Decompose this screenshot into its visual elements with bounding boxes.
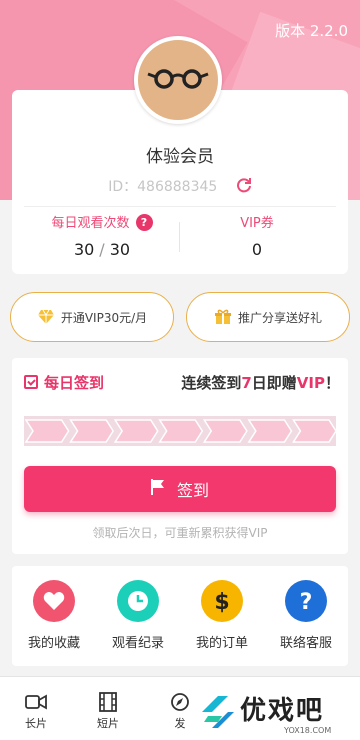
clock-icon (117, 580, 159, 622)
svg-text:$: $ (214, 590, 229, 613)
member-name: 体验会员 (146, 147, 214, 167)
watermark-text: 优戏吧 (240, 696, 325, 726)
gift-icon (214, 309, 232, 325)
video-camera-icon (0, 691, 72, 713)
flag-icon (150, 479, 165, 499)
heart-icon (33, 580, 75, 622)
tab-short-videos[interactable]: 短片 (72, 691, 144, 731)
help-icon[interactable]: ? (135, 214, 153, 231)
promote-label: 推广分享送好礼 (237, 310, 322, 325)
daily-views-stat: 每日观看次数? 30/30 (27, 214, 177, 259)
user-id: ID：486888345 (108, 179, 218, 195)
version-label: 版本 2.2.0 (275, 22, 348, 40)
divider (179, 222, 180, 252)
svg-text:?: ? (300, 590, 313, 613)
film-icon (72, 691, 144, 713)
refresh-icon[interactable] (236, 177, 252, 198)
checkin-day-segment (247, 419, 293, 443)
watermark-url: YOX18.COM (284, 726, 332, 735)
daily-views-value: 30/30 (73, 240, 131, 259)
checkin-title: 每日签到 (24, 372, 104, 393)
promote-share-button[interactable]: 推广分享送好礼 (186, 292, 350, 342)
shortcut-support[interactable]: ? 联络客服 (264, 580, 348, 651)
site-watermark: 优戏吧 YOX18.COM (196, 686, 360, 740)
watermark-logo-icon (202, 696, 234, 728)
avatar[interactable] (134, 36, 222, 124)
divider (24, 206, 336, 207)
shortcut-orders[interactable]: $ 我的订单 (180, 580, 264, 651)
checkin-day-segment (69, 419, 115, 443)
checkin-day-segment (292, 419, 336, 443)
shortcut-grid: 我的收藏 观看纪录 $ 我的订单 ? 联络客服 (12, 566, 348, 666)
calendar-check-icon (24, 375, 38, 389)
checkin-day-segment (113, 419, 159, 443)
checkin-button[interactable]: 签到 (24, 466, 336, 512)
checkin-day-segment (202, 419, 248, 443)
dollar-icon: $ (201, 580, 243, 622)
checkin-card: 每日签到 连续签到7日即赠VIP！ 签到 领取后次日，可重新累积获得VIP (12, 358, 348, 554)
glasses-avatar-icon (147, 69, 209, 89)
vip-coupon-label: VIP券 (240, 216, 274, 231)
checkin-day-segment (158, 419, 204, 443)
daily-views-label: 每日观看次数 (51, 216, 130, 231)
checkin-progress-chevrons (24, 419, 336, 443)
user-id-row: ID：486888345 (12, 176, 348, 198)
checkin-promo: 连续签到7日即赠VIP！ (181, 374, 340, 392)
open-vip-button[interactable]: 开通VIP30元/月 (10, 292, 174, 342)
shortcut-history[interactable]: 观看纪录 (96, 580, 180, 651)
vip-coupon-stat: VIP券 0 (182, 214, 332, 259)
checkin-button-label: 签到 (176, 481, 209, 500)
vip-coupon-value: 0 (251, 240, 263, 259)
diamond-icon (37, 309, 55, 325)
tab-long-videos[interactable]: 长片 (0, 691, 72, 731)
checkin-progress-bar (24, 416, 336, 446)
question-icon: ? (285, 580, 327, 622)
checkin-note: 领取后次日，可重新累积获得VIP (92, 526, 268, 540)
checkin-day-segment (24, 419, 70, 443)
shortcut-favorites[interactable]: 我的收藏 (12, 580, 96, 651)
open-vip-label: 开通VIP30元/月 (60, 310, 148, 325)
